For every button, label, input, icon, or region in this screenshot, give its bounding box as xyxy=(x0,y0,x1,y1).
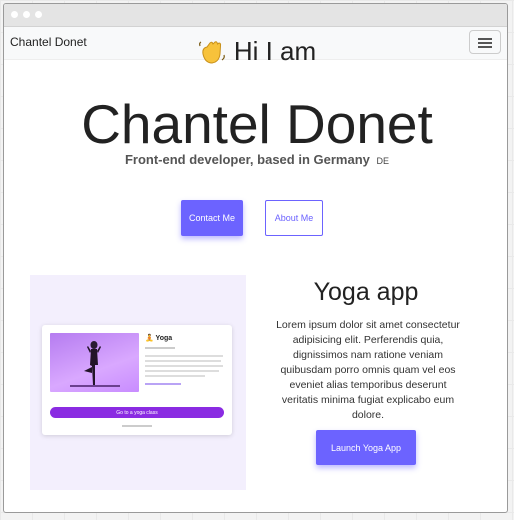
preview-yoga-class-button: Go to a yoga class xyxy=(50,407,224,418)
preview-title: 🧘 Yoga xyxy=(145,335,173,342)
hero-subtitle: Front-end developer, based in Germany DE xyxy=(0,152,514,167)
preview-title-text: Yoga xyxy=(155,335,173,342)
preview-text-line xyxy=(145,365,223,367)
preview-text-line xyxy=(145,360,221,362)
window-titlebar xyxy=(4,4,507,27)
window-dot-icon xyxy=(35,11,42,18)
project-description: Lorem ipsum dolor sit amet consectetur a… xyxy=(276,319,460,421)
about-me-button[interactable]: About Me xyxy=(265,200,323,236)
window-dot-icon xyxy=(23,11,30,18)
yoga-preview-card: 🧘 Yoga Go to a yoga class xyxy=(42,325,232,435)
preview-text-line xyxy=(145,355,223,357)
preview-text-line xyxy=(145,375,205,377)
preview-text-line xyxy=(145,370,219,372)
flag-badge: DE xyxy=(376,156,390,166)
greeting-text: Hi I am xyxy=(233,36,317,66)
hero-greeting: Hi I am xyxy=(0,36,514,67)
contact-me-button[interactable]: Contact Me xyxy=(181,200,243,236)
subtitle-text: Front-end developer, based in Germany xyxy=(124,152,370,167)
hero-name: Chantel Donet xyxy=(81,93,433,155)
launch-yoga-app-button[interactable]: Launch Yoga App xyxy=(316,430,416,465)
window-dot-icon xyxy=(11,11,18,18)
project-title: Yoga app xyxy=(313,278,419,306)
waving-hand-icon xyxy=(198,38,226,66)
preview-footer xyxy=(42,423,232,428)
yoga-pose-image xyxy=(50,333,139,392)
preview-link-line xyxy=(145,383,181,385)
preview-text-line xyxy=(145,347,175,349)
